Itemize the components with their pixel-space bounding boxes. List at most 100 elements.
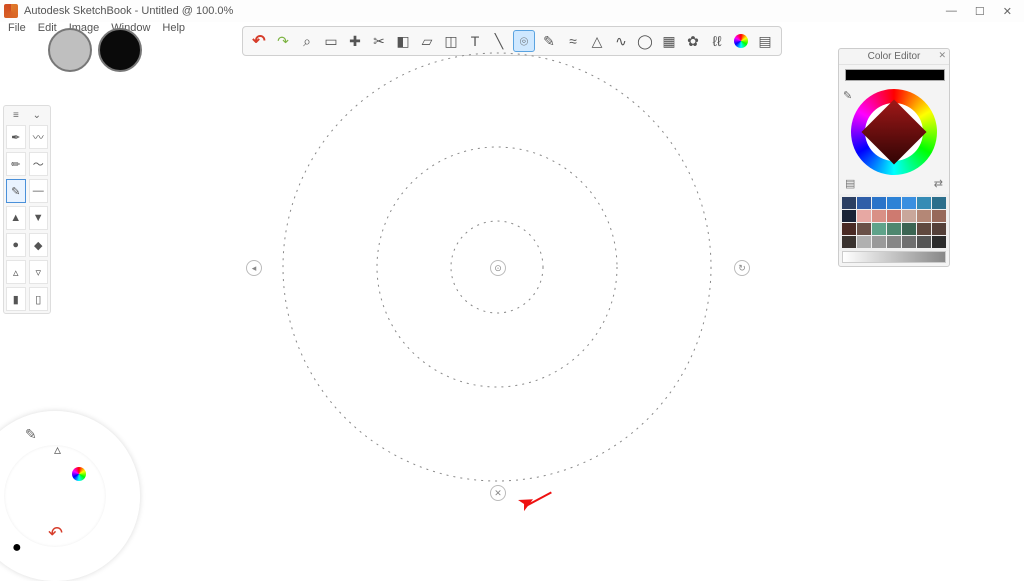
color-chip-17[interactable] xyxy=(887,223,901,235)
color-chip-0[interactable] xyxy=(842,197,856,209)
swatches-button[interactable]: ▤ xyxy=(755,31,775,51)
color-chip-19[interactable] xyxy=(917,223,931,235)
color-wheel-button[interactable] xyxy=(731,31,751,51)
color-chip-4[interactable] xyxy=(902,197,916,209)
redo-icon: ↷ xyxy=(277,33,289,50)
color-chip-16[interactable] xyxy=(872,223,886,235)
perspective-tool[interactable]: ▱ xyxy=(417,31,437,51)
french-curve-tool[interactable]: ∿ xyxy=(611,31,631,51)
color-diamond[interactable] xyxy=(861,99,926,164)
brush-slot-12[interactable]: ▮ xyxy=(6,287,26,311)
color-editor-close-icon[interactable]: ✕ xyxy=(938,50,946,61)
minimize-button[interactable]: — xyxy=(946,5,957,18)
brush-slot-7[interactable]: ▼ xyxy=(29,206,49,230)
stamp-tool[interactable]: ✿ xyxy=(683,31,703,51)
color-chip-22[interactable] xyxy=(857,236,871,248)
symmetry-center-handle[interactable]: ⊙ xyxy=(490,260,506,276)
brush-slot-3[interactable]: 〜 xyxy=(29,152,49,176)
color-chip-21[interactable] xyxy=(842,236,856,248)
symmetry-tool[interactable]: ⌾ xyxy=(513,30,535,52)
color-chip-6[interactable] xyxy=(932,197,946,209)
selection-tool[interactable]: ▭ xyxy=(321,31,341,51)
color-chip-1[interactable] xyxy=(857,197,871,209)
lagoon-menu[interactable]: ✎ ▵ ↶ ● xyxy=(0,411,140,581)
ellipse-tool[interactable]: ◯ xyxy=(635,31,655,51)
color-wheel[interactable] xyxy=(851,89,937,175)
fill-tool[interactable]: ▦ xyxy=(659,31,679,51)
select-icon: ▭ xyxy=(324,33,337,50)
color-chip-15[interactable] xyxy=(857,223,871,235)
brush-collapse-icon[interactable]: ⌄ xyxy=(33,110,41,121)
brush-slot-6[interactable]: ▲ xyxy=(6,206,26,230)
current-color-swatch[interactable] xyxy=(845,69,945,81)
brush-slot-4[interactable]: ✎ xyxy=(6,179,26,203)
brush-slot-0[interactable]: ✒ xyxy=(6,125,26,149)
color-swatches xyxy=(839,194,949,251)
lagoon-undo-icon[interactable]: ↶ xyxy=(48,523,63,544)
menu-file[interactable]: File xyxy=(8,22,26,34)
eyedropper-icon[interactable]: ✎ xyxy=(843,89,852,102)
color-chip-3[interactable] xyxy=(887,197,901,209)
color-chip-23[interactable] xyxy=(872,236,886,248)
symmetry-right-handle[interactable]: ↻ xyxy=(734,260,750,276)
color-chip-12[interactable] xyxy=(917,210,931,222)
shapes-tool[interactable]: △ xyxy=(587,31,607,51)
undo-button[interactable]: ↶ xyxy=(249,31,269,51)
color-chip-13[interactable] xyxy=(932,210,946,222)
color-chip-24[interactable] xyxy=(887,236,901,248)
color-chip-2[interactable] xyxy=(872,197,886,209)
perspective-icon: ▱ xyxy=(422,33,433,50)
symmetry-left-handle[interactable]: ◂ xyxy=(246,260,262,276)
brush-slot-10[interactable]: ▵ xyxy=(6,260,26,284)
brush-slot-8[interactable]: ● xyxy=(6,233,26,257)
lagoon-eraser-icon[interactable]: ▵ xyxy=(54,441,61,458)
color-chip-18[interactable] xyxy=(902,223,916,235)
brush-menu-icon[interactable]: ≡ xyxy=(13,110,19,121)
ellipse-icon: ◯ xyxy=(637,33,653,50)
lagoon-brush-icon[interactable]: ✎ xyxy=(25,426,37,443)
brush-slot-2[interactable]: ✏ xyxy=(6,152,26,176)
ruler-tool[interactable]: ╲ xyxy=(489,31,509,51)
stamp-icon: ✿ xyxy=(687,33,699,50)
color-chip-11[interactable] xyxy=(902,210,916,222)
puck-primary[interactable] xyxy=(98,28,142,72)
color-chip-14[interactable] xyxy=(842,223,856,235)
distort-tool[interactable]: ◫ xyxy=(441,31,461,51)
color-chip-26[interactable] xyxy=(917,236,931,248)
close-button[interactable]: ✕ xyxy=(1003,5,1012,18)
text-tool[interactable]: T xyxy=(465,31,485,51)
brush-slot-11[interactable]: ▿ xyxy=(29,260,49,284)
maximize-button[interactable]: ☐ xyxy=(975,5,985,18)
color-randomize-icon[interactable]: ⇄ xyxy=(934,177,943,190)
zoom-tool[interactable]: ⌕ xyxy=(297,31,317,51)
color-chip-7[interactable] xyxy=(842,210,856,222)
transparency-slider[interactable] xyxy=(842,251,946,263)
color-chip-8[interactable] xyxy=(857,210,871,222)
crop-tool[interactable]: ✂ xyxy=(369,31,389,51)
lagoon-dot-icon[interactable]: ● xyxy=(12,539,22,557)
brush-slot-5[interactable]: — xyxy=(29,179,49,203)
color-chip-20[interactable] xyxy=(932,223,946,235)
predictive-stroke-tool[interactable]: ✎ xyxy=(539,31,559,51)
color-chip-9[interactable] xyxy=(872,210,886,222)
color-chip-27[interactable] xyxy=(932,236,946,248)
color-chip-10[interactable] xyxy=(887,210,901,222)
color-chip-25[interactable] xyxy=(902,236,916,248)
lagoon-color-icon[interactable] xyxy=(72,467,86,484)
menu-help[interactable]: Help xyxy=(162,22,185,34)
color-chip-5[interactable] xyxy=(917,197,931,209)
symmetry-close-handle[interactable]: ✕ xyxy=(490,485,506,501)
brush-library-button[interactable]: ℓℓ xyxy=(707,31,727,51)
steady-stroke-tool[interactable]: ≈ xyxy=(563,31,583,51)
color-editor-panel[interactable]: Color Editor ✕ ✎ ▤ ⇄ xyxy=(838,48,950,267)
brush-lib-icon: ℓℓ xyxy=(712,33,721,49)
puck-secondary[interactable] xyxy=(48,28,92,72)
brush-slot-13[interactable]: ▯ xyxy=(29,287,49,311)
color-library-icon[interactable]: ▤ xyxy=(845,177,855,190)
add-layer-button[interactable]: ✚ xyxy=(345,31,365,51)
brush-slot-9[interactable]: ◆ xyxy=(29,233,49,257)
brush-slot-1[interactable]: 〰 xyxy=(29,125,49,149)
transform-tool[interactable]: ◧ xyxy=(393,31,413,51)
main-toolbar: ↶ ↷ ⌕ ▭ ✚ ✂ ◧ ▱ ◫ T ╲ ⌾ ✎ ≈ △ ∿ ◯ ▦ ✿ ℓℓ… xyxy=(242,26,782,56)
redo-button[interactable]: ↷ xyxy=(273,31,293,51)
